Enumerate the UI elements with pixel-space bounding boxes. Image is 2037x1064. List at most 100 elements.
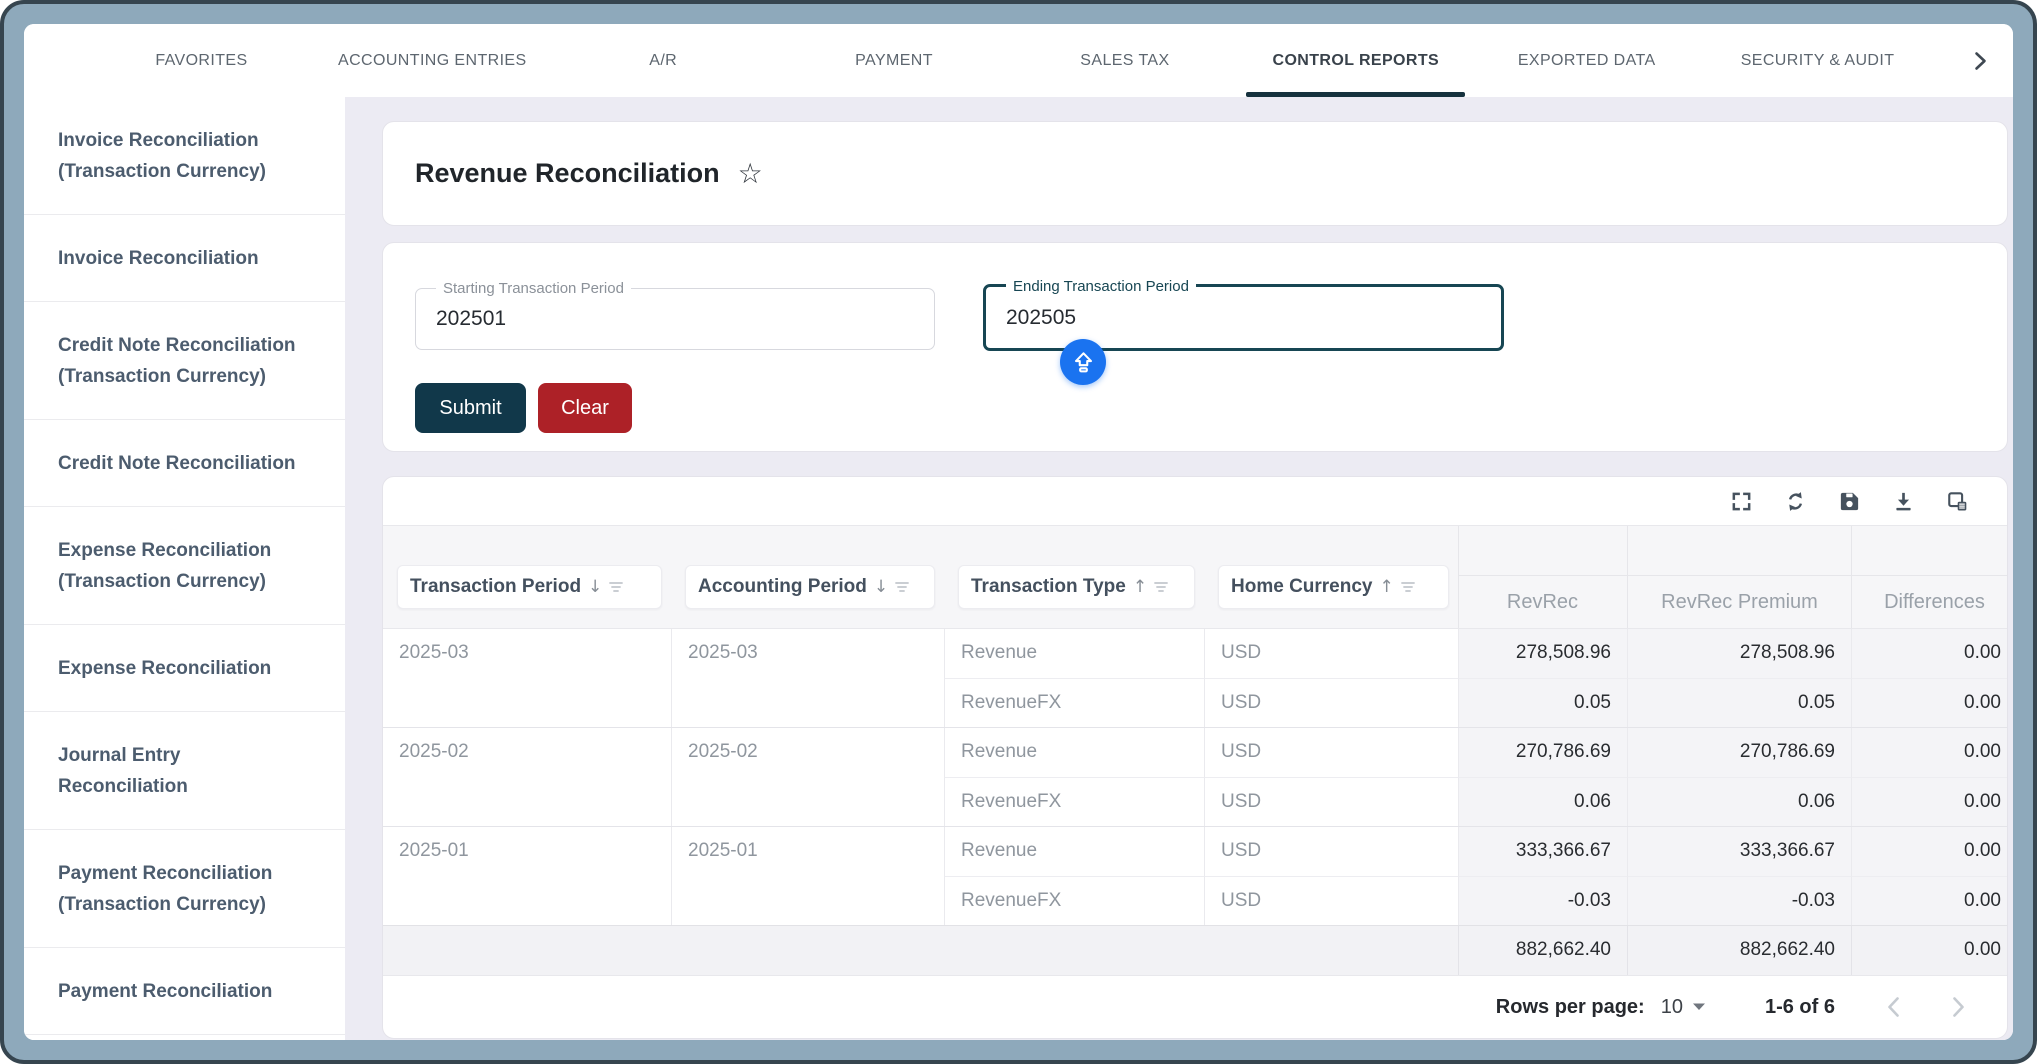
- cell-differences: 0.00: [1851, 728, 2008, 777]
- table-group-2025-01: 2025-012025-01RevenueUSD333,366.67333,36…: [383, 826, 2007, 925]
- pagination-bar: Rows per page: 10 1-6 of 6: [383, 975, 2007, 1038]
- cell-home-currency: USD: [1204, 728, 1458, 777]
- cell-revrec-premium: -0.03: [1627, 876, 1851, 925]
- page-title: Revenue Reconciliation: [415, 158, 720, 189]
- save-icon[interactable]: [1838, 490, 1861, 513]
- sidebar-item-invoice-reconciliation[interactable]: Invoice Reconciliation: [24, 215, 345, 302]
- tab-sales-tax[interactable]: SALES TAX: [1010, 24, 1241, 97]
- tab-accounting-entries[interactable]: ACCOUNTING ENTRIES: [317, 24, 548, 97]
- cell-home-currency: USD: [1204, 629, 1458, 678]
- filter-icon: [1154, 581, 1168, 593]
- tab-control-reports[interactable]: CONTROL REPORTS: [1240, 24, 1471, 97]
- copy-table-icon[interactable]: [1946, 490, 1969, 513]
- filter-icon: [1401, 581, 1415, 593]
- star-outline-icon[interactable]: ☆: [738, 160, 763, 188]
- top-tab-bar: FAVORITESACCOUNTING ENTRIESA/RPAYMENTSAL…: [24, 24, 2013, 97]
- refresh-icon[interactable]: [1784, 490, 1807, 513]
- sidebar-item-invoice-reconciliation-transaction-currency[interactable]: Invoice Reconciliation (Transaction Curr…: [24, 97, 345, 215]
- rows-per-page-select[interactable]: 10: [1661, 996, 1705, 1019]
- sort-desc-icon: ↓: [874, 577, 888, 597]
- tab-payment[interactable]: PAYMENT: [779, 24, 1010, 97]
- app-window: FAVORITESACCOUNTING ENTRIESA/RPAYMENTSAL…: [24, 24, 2013, 1040]
- sidebar-item-journal-entry-reconciliation[interactable]: Journal Entry Reconciliation: [24, 712, 345, 830]
- cell-transaction-type: Revenue: [944, 629, 1204, 678]
- table-group-2025-02: 2025-022025-02RevenueUSD270,786.69270,78…: [383, 727, 2007, 826]
- cell-differences: 0.00: [1851, 629, 2008, 678]
- table-body: 2025-032025-03RevenueUSD278,508.96278,50…: [383, 629, 2007, 925]
- column-header-chip-transaction-period[interactable]: Transaction Period↓: [397, 565, 662, 609]
- cell-revrec-premium: 0.05: [1627, 678, 1851, 727]
- cell-transaction-period: 2025-01: [383, 827, 671, 925]
- column-header-chip-transaction-type[interactable]: Transaction Type↑: [958, 565, 1195, 609]
- cell-home-currency: USD: [1204, 876, 1458, 925]
- tab-security-audit[interactable]: SECURITY & AUDIT: [1702, 24, 1933, 97]
- total-revrec: 882,662.40: [1458, 926, 1627, 975]
- cell-revrec-premium: 333,366.67: [1627, 827, 1851, 876]
- filter-icon: [895, 581, 909, 593]
- value-column-header-revrec-premium: RevRec Premium: [1627, 526, 1851, 628]
- filter-card: Starting Transaction Period Ending Trans…: [382, 242, 2008, 452]
- next-page-button[interactable]: [1952, 996, 1965, 1018]
- tab-exported-data[interactable]: EXPORTED DATA: [1471, 24, 1702, 97]
- tab-list: FAVORITESACCOUNTING ENTRIESA/RPAYMENTSAL…: [86, 24, 1933, 97]
- sidebar-item-payment-reconciliation-transaction-currency[interactable]: Payment Reconciliation (Transaction Curr…: [24, 830, 345, 948]
- cell-revrec-premium: 0.06: [1627, 777, 1851, 826]
- cell-revrec-premium: 278,508.96: [1627, 629, 1851, 678]
- download-icon[interactable]: [1892, 490, 1915, 513]
- cell-differences: 0.00: [1851, 678, 2008, 727]
- cell-revrec: -0.03: [1458, 876, 1627, 925]
- tab-a-r[interactable]: A/R: [548, 24, 779, 97]
- starting-period-field-wrap: Starting Transaction Period: [415, 288, 935, 350]
- report-sidebar: Invoice Reconciliation (Transaction Curr…: [24, 97, 345, 1040]
- filter-icon: [609, 581, 623, 593]
- table-header-band: Transaction Period↓ Accounting Period↓ Tra…: [383, 526, 2007, 629]
- cell-differences: 0.00: [1851, 876, 2008, 925]
- pagination-range: 1-6 of 6: [1765, 996, 1835, 1019]
- upload-arrow-icon: [1071, 350, 1096, 375]
- fullscreen-icon[interactable]: [1730, 490, 1753, 513]
- content-area: Invoice Reconciliation (Transaction Curr…: [24, 97, 2013, 1040]
- cell-transaction-type: Revenue: [944, 728, 1204, 777]
- sort-desc-icon: ↓: [588, 577, 602, 597]
- sort-asc-icon: ↑: [1380, 577, 1394, 597]
- cell-accounting-period: 2025-02: [671, 728, 944, 826]
- starting-period-input[interactable]: [416, 289, 934, 349]
- value-column-header-differences: Differences: [1851, 526, 2008, 628]
- tab-overflow-button[interactable]: [1974, 24, 1987, 97]
- cell-transaction-period: 2025-02: [383, 728, 671, 826]
- column-header-chip-accounting-period[interactable]: Accounting Period↓: [685, 565, 935, 609]
- previous-page-button[interactable]: [1887, 996, 1900, 1018]
- cell-transaction-type: RevenueFX: [944, 678, 1204, 727]
- cell-revrec: 0.05: [1458, 678, 1627, 727]
- clear-button[interactable]: Clear: [538, 383, 632, 433]
- ending-period-field-wrap: Ending Transaction Period: [983, 284, 1504, 351]
- ending-period-input[interactable]: [986, 287, 1501, 348]
- sidebar-item-payment-reconciliation[interactable]: Payment Reconciliation: [24, 948, 345, 1035]
- cell-transaction-type: Revenue: [944, 827, 1204, 876]
- sidebar-item-credit-note-reconciliation-transaction-currency[interactable]: Credit Note Reconciliation (Transaction …: [24, 302, 345, 420]
- cell-accounting-period: 2025-01: [671, 827, 944, 925]
- cell-home-currency: USD: [1204, 678, 1458, 727]
- sidebar-item-credit-note-reconciliation[interactable]: Credit Note Reconciliation: [24, 420, 345, 507]
- tab-favorites[interactable]: FAVORITES: [86, 24, 317, 97]
- cell-revrec: 270,786.69: [1458, 728, 1627, 777]
- cell-transaction-type: RevenueFX: [944, 777, 1204, 826]
- column-header-chip-home-currency[interactable]: Home Currency↑: [1218, 565, 1449, 609]
- sidebar-item-expense-reconciliation[interactable]: Expense Reconciliation: [24, 625, 345, 712]
- totals-spacer: [383, 926, 1458, 975]
- column-header-transaction-type: Transaction Type↑: [944, 526, 1204, 628]
- submit-button[interactable]: Submit: [415, 383, 526, 433]
- cell-differences: 0.00: [1851, 777, 2008, 826]
- column-header-transaction-period: Transaction Period↓: [383, 526, 671, 628]
- table-group-2025-03: 2025-032025-03RevenueUSD278,508.96278,50…: [383, 629, 2007, 727]
- cell-revrec: 333,366.67: [1458, 827, 1627, 876]
- caret-down-icon: [1693, 1003, 1705, 1011]
- cell-revrec: 278,508.96: [1458, 629, 1627, 678]
- sidebar-item-partial: [24, 1035, 345, 1040]
- sidebar-item-expense-reconciliation-transaction-currency[interactable]: Expense Reconciliation (Transaction Curr…: [24, 507, 345, 625]
- column-header-home-currency: Home Currency↑: [1204, 526, 1458, 628]
- rows-per-page-label: Rows per page:: [1496, 996, 1645, 1019]
- cell-transaction-period: 2025-03: [383, 629, 671, 727]
- totals-row: 882,662.40 882,662.40 0.00: [383, 925, 2007, 975]
- sort-asc-icon: ↑: [1133, 577, 1147, 597]
